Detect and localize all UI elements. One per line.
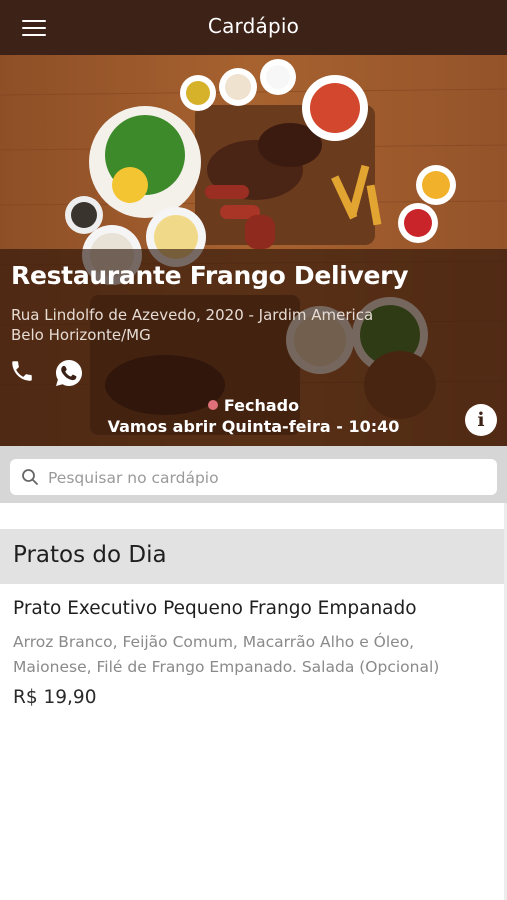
menu-item-description-line1: Arroz Branco, Feijão Comum, Macarrão Alh… — [13, 633, 415, 651]
menu-item-price: R$ 19,90 — [13, 687, 97, 708]
menu-item-name: Prato Executivo Pequeno Frango Empanado — [13, 598, 417, 619]
info-icon[interactable]: i — [465, 404, 497, 436]
section-title: Pratos do Dia — [13, 542, 167, 568]
menu-item[interactable]: Prato Executivo Pequeno Frango Empanado … — [0, 584, 507, 724]
status-label: Fechado — [223, 396, 300, 415]
phone-icon[interactable] — [9, 358, 39, 388]
search-icon — [22, 469, 38, 485]
restaurant-hero-banner: Restaurante Frango Delivery Rua Lindolfo… — [0, 55, 507, 446]
menu-item-description: Arroz Branco, Feijão Comum, Macarrão Alh… — [13, 630, 498, 680]
status-row: Fechado — [0, 396, 507, 415]
opening-time-text: Vamos abrir Quinta-feira - 10:40 — [107, 417, 400, 436]
restaurant-address-line2: Belo Horizonte/MG — [11, 326, 151, 344]
page-title: Cardápio — [207, 14, 300, 38]
section-header-pratos-do-dia: Pratos do Dia — [0, 529, 507, 584]
search-box — [10, 459, 497, 497]
closed-status-dot — [207, 400, 218, 410]
whatsapp-icon[interactable] — [54, 358, 84, 388]
top-app-bar: Cardápio — [0, 0, 507, 55]
search-bar-container — [0, 446, 507, 503]
menu-item-description-line2: Maionese, Filé de Frango Empanado. Salad… — [13, 658, 440, 676]
restaurant-address-line1: Rua Lindolfo de Azevedo, 2020 - Jardim A… — [11, 306, 374, 324]
restaurant-name: Restaurante Frango Delivery — [11, 261, 409, 290]
search-input[interactable] — [46, 459, 490, 497]
